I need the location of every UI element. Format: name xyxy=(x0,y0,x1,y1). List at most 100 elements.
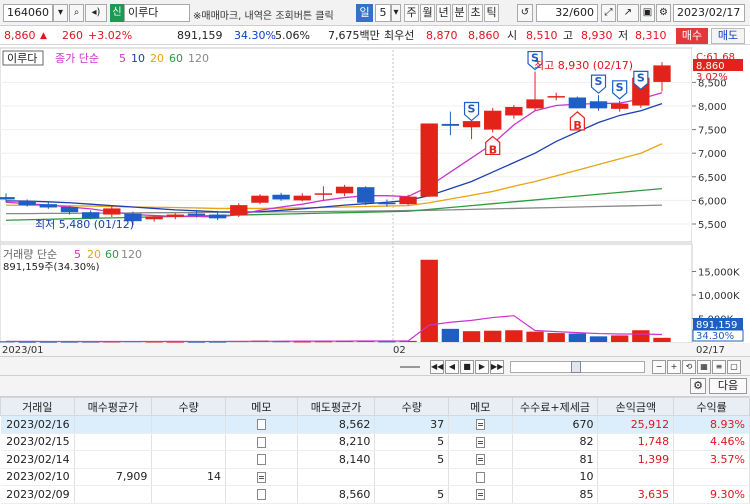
open-price: 8,510 xyxy=(526,29,558,42)
date-input[interactable]: 2023/02/17 xyxy=(673,4,745,22)
candle-body xyxy=(441,123,460,126)
candle-body xyxy=(293,195,311,201)
candle-body xyxy=(505,106,523,116)
table-settings-icon[interactable]: ⚙ xyxy=(690,378,706,394)
settings-icon[interactable]: ⚙ xyxy=(656,4,671,22)
memo-icon[interactable] xyxy=(475,471,485,483)
stock-chart[interactable]: 5,5006,0006,5007,0007,5008,0008,500 5,00… xyxy=(0,46,750,356)
cell-buy-qty xyxy=(151,433,227,451)
new-listing-badge: 신 xyxy=(110,4,124,22)
ma20-legend: 20 xyxy=(150,52,164,65)
cell-date: 2023/02/10 xyxy=(0,468,75,486)
cell-return: 8.93% xyxy=(673,415,750,434)
cell-memo-sell[interactable] xyxy=(448,468,513,486)
stock-name-field[interactable]: 이루다 xyxy=(124,4,190,22)
memo-icon[interactable] xyxy=(256,489,266,501)
memo-icon[interactable] xyxy=(475,436,485,448)
memo-icon[interactable] xyxy=(256,454,266,466)
table-row[interactable]: 2023/02/16 8,562 37 670 25,912 8.93% xyxy=(0,415,750,434)
cell-memo-sell[interactable] xyxy=(448,433,513,451)
chart-toolbar: 164060 ▾ ⌕ ◂) 신 이루다 ※매매마크, 내역은 조회버튼 클릭 일… xyxy=(0,0,750,26)
period-value-input[interactable]: 5 xyxy=(375,4,391,22)
period-year-button[interactable]: 년 xyxy=(436,4,451,22)
period-month-button[interactable]: 월 xyxy=(420,4,435,22)
candle-body xyxy=(187,213,206,216)
candle-body xyxy=(0,197,15,200)
cell-memo-buy[interactable] xyxy=(225,415,298,434)
scroll-track[interactable] xyxy=(400,366,420,368)
candle-body xyxy=(166,214,184,217)
indicator-icon[interactable]: ↗ xyxy=(617,4,639,22)
col-buy-avg: 매수평균가 xyxy=(73,397,153,416)
save-icon[interactable]: ▣ xyxy=(640,4,655,22)
current-pct-tag: 3.02% xyxy=(696,72,728,83)
x-label-feb: 02 xyxy=(393,345,406,356)
cell-buy-qty xyxy=(151,415,227,434)
high-label: 고 xyxy=(563,29,574,42)
candle-body xyxy=(251,195,269,203)
scroll-right-icon[interactable]: ▶ xyxy=(475,360,489,374)
cell-memo-sell[interactable] xyxy=(448,415,513,434)
cell-return: 4.46% xyxy=(673,433,750,451)
scroll-right-end-icon[interactable]: ▶▶ xyxy=(490,360,504,374)
cell-sell-avg: 8,560 xyxy=(297,485,376,504)
stock-code-input[interactable]: 164060 xyxy=(3,4,53,22)
memo-icon[interactable] xyxy=(475,489,485,501)
x-label-start: 2023/01 xyxy=(2,345,44,356)
ma5-legend: 5 xyxy=(119,52,126,65)
menu-icon[interactable]: ≡ xyxy=(712,360,726,374)
candle-body xyxy=(378,202,396,205)
table-row[interactable]: 2023/02/15 8,210 5 82 1,748 4.46% xyxy=(0,433,750,451)
buy-button[interactable]: 매수 xyxy=(676,28,708,44)
scroll-left-end-icon[interactable]: ◀◀ xyxy=(430,360,444,374)
volume-label: 거래량 단순 xyxy=(3,248,57,261)
volume-bar xyxy=(441,328,460,342)
candle-body xyxy=(272,194,290,200)
table-row[interactable]: 2023/02/10 7,909 14 10 xyxy=(0,468,750,486)
period-minute-button[interactable]: 분 xyxy=(452,4,467,22)
memo-icon[interactable] xyxy=(475,454,485,466)
cell-memo-buy[interactable] xyxy=(225,485,298,504)
expand-icon[interactable]: ▢ xyxy=(727,360,741,374)
sound-icon[interactable]: ◂) xyxy=(85,4,107,22)
table-row[interactable]: 2023/02/09 8,560 5 85 3,635 9.30% xyxy=(0,485,750,504)
fullscreen-icon[interactable]: ⤢ xyxy=(601,4,616,22)
trade-amount: 7,675백만 xyxy=(328,29,380,42)
cell-buy-avg xyxy=(74,450,153,469)
zoom-in-icon[interactable]: + xyxy=(667,360,681,374)
memo-icon[interactable] xyxy=(256,471,266,483)
memo-icon[interactable] xyxy=(256,419,266,431)
candle-body xyxy=(60,207,79,213)
history-icon[interactable]: ↺ xyxy=(517,4,533,22)
cell-memo-buy[interactable] xyxy=(225,468,298,486)
candle-body xyxy=(145,216,163,220)
notice-text: ※매매마크, 내역은 조회버튼 클릭 xyxy=(193,11,334,22)
zoom-out-icon[interactable]: − xyxy=(652,360,666,374)
memo-icon[interactable] xyxy=(256,436,266,448)
scroll-left-icon[interactable]: ◀ xyxy=(445,360,459,374)
period-second-button[interactable]: 초 xyxy=(468,4,483,22)
reset-zoom-icon[interactable]: ⟲ xyxy=(682,360,696,374)
next-button[interactable]: 다음 xyxy=(709,378,747,394)
col-memo-buy: 메모 xyxy=(225,397,298,416)
cell-memo-buy[interactable] xyxy=(225,450,298,469)
cell-memo-sell[interactable] xyxy=(448,485,513,504)
cell-memo-sell[interactable] xyxy=(448,450,513,469)
period-day-button[interactable]: 일 xyxy=(356,4,373,22)
up-triangle-icon: ▲ xyxy=(40,31,47,41)
cell-fee: 81 xyxy=(512,450,599,469)
memo-icon[interactable] xyxy=(475,419,485,431)
code-dropdown-icon[interactable]: ▾ xyxy=(53,4,68,22)
cell-memo-buy[interactable] xyxy=(225,433,298,451)
stop-icon[interactable]: ■ xyxy=(460,360,474,374)
sell-button[interactable]: 매도 xyxy=(711,28,745,44)
grid-icon[interactable]: ▦ xyxy=(697,360,711,374)
price-tick-label: 7,500 xyxy=(698,126,727,137)
zoom-slider[interactable] xyxy=(510,361,645,373)
period-dropdown-icon[interactable]: ▾ xyxy=(391,4,401,22)
period-tick-button[interactable]: 틱 xyxy=(484,4,499,22)
search-icon[interactable]: ⌕ xyxy=(69,4,84,22)
period-week-button[interactable]: 주 xyxy=(404,4,419,22)
zoom-slider-handle[interactable] xyxy=(571,361,581,373)
table-row[interactable]: 2023/02/14 8,140 5 81 1,399 3.57% xyxy=(0,450,750,469)
